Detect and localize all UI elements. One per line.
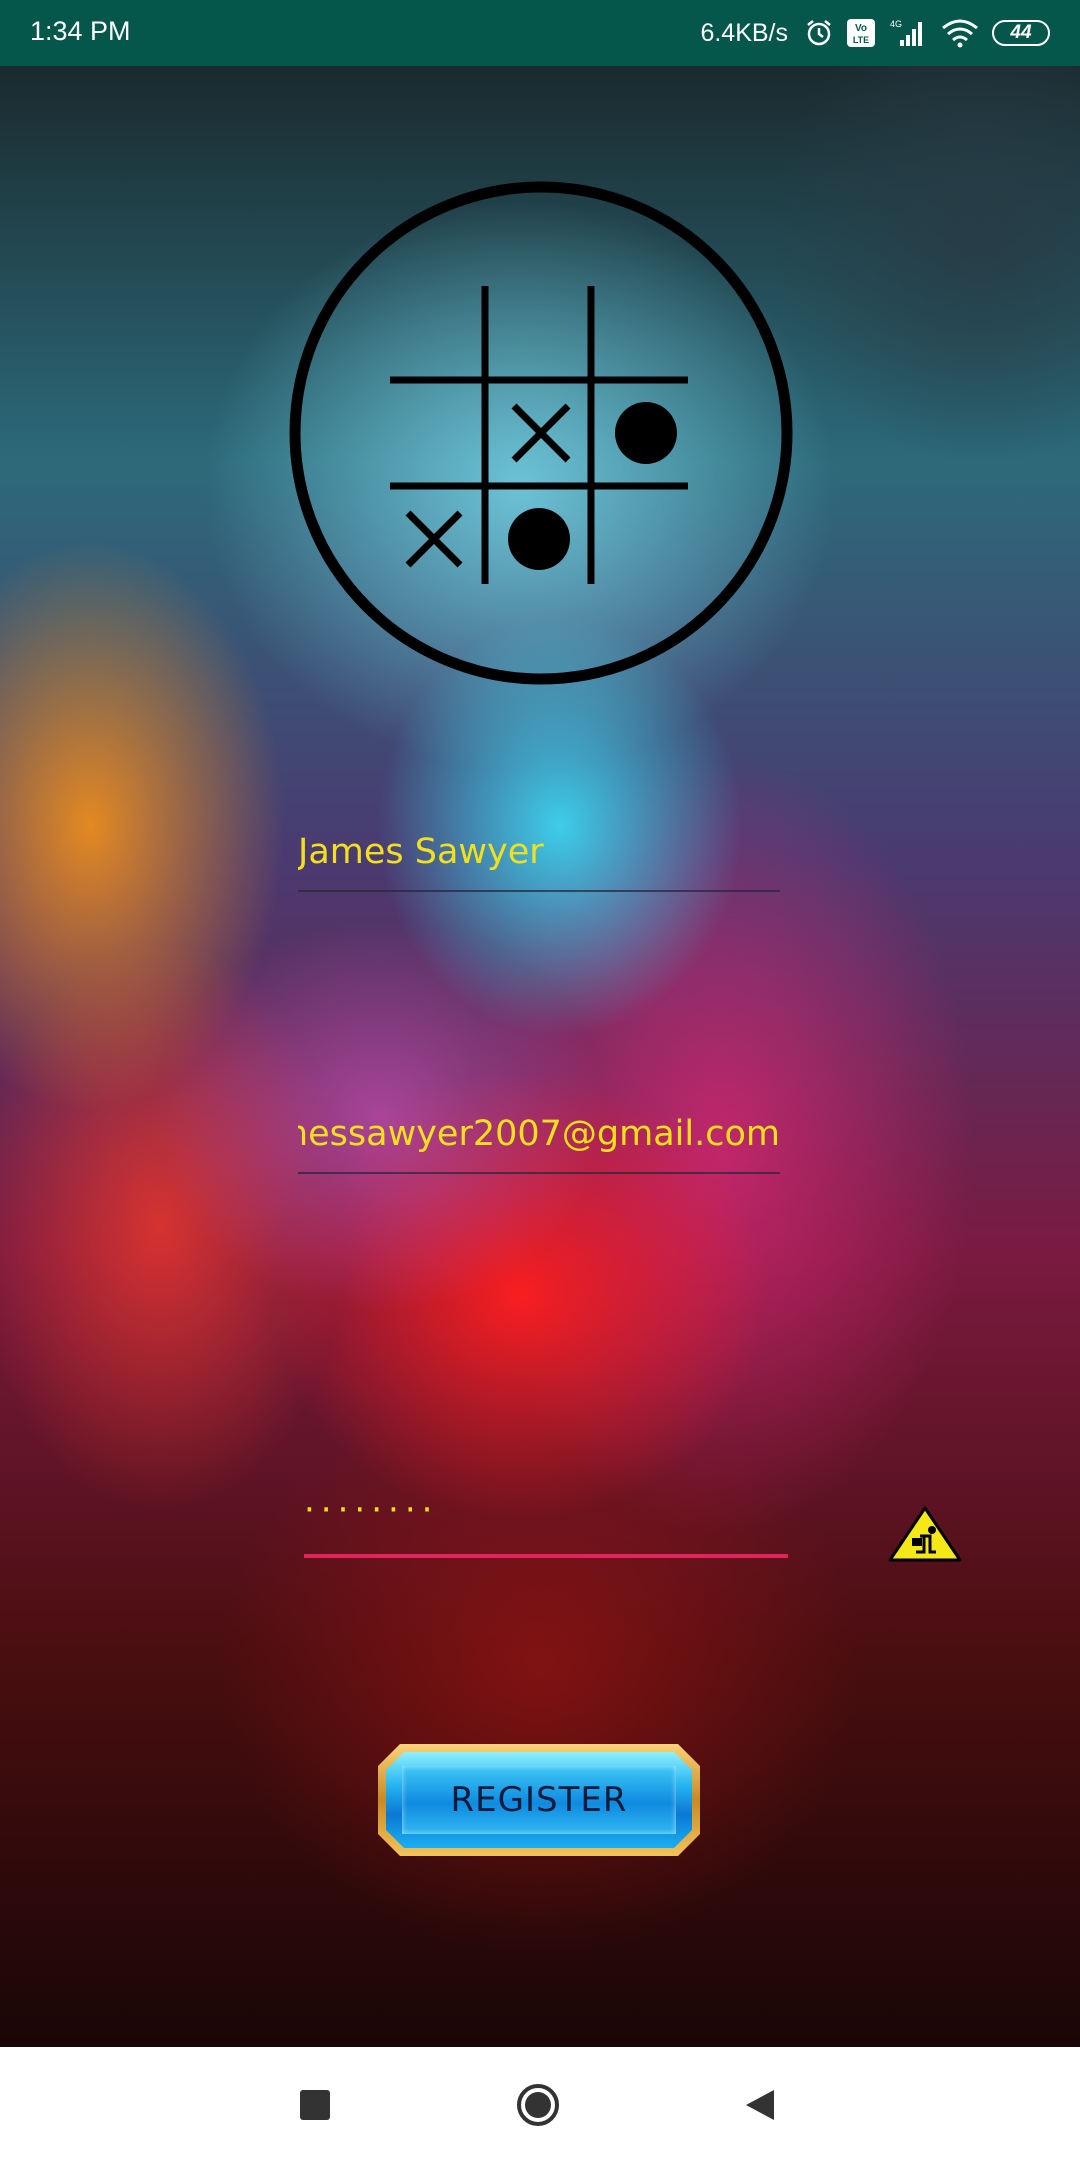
home-icon <box>517 2084 559 2126</box>
name-field[interactable] <box>298 822 780 892</box>
svg-text:4G: 4G <box>890 19 902 29</box>
register-button[interactable]: REGISTER <box>378 1744 700 1856</box>
back-icon <box>746 2090 774 2120</box>
battery-level: 44 <box>1010 22 1032 43</box>
recents-icon <box>300 2090 330 2120</box>
battery-icon: 44 <box>992 20 1050 46</box>
wifi-icon <box>942 19 978 48</box>
recents-button[interactable] <box>285 2075 345 2135</box>
register-button-label: REGISTER <box>450 1780 628 1820</box>
home-button[interactable] <box>508 2075 568 2135</box>
signal-4g-icon: 4G <box>890 19 922 46</box>
password-mask: ········ <box>304 1490 439 1530</box>
warning-icon[interactable] <box>888 1506 962 1562</box>
alarm-icon <box>807 20 831 46</box>
status-bar: 1:34 PM 6.4KB/s Vo LTE 4G 44 <box>0 0 1080 66</box>
back-button[interactable] <box>730 2075 790 2135</box>
svg-text:LTE: LTE <box>853 35 869 45</box>
network-speed: 6.4KB/s <box>700 18 788 47</box>
navigation-bar <box>0 2047 1080 2160</box>
status-icons: 6.4KB/s Vo LTE 4G 44 <box>700 14 1050 52</box>
status-time: 1:34 PM <box>30 16 131 46</box>
volte-icon: Vo LTE <box>847 19 875 47</box>
password-field[interactable]: ········ <box>304 1490 788 1558</box>
tic-tac-toe-logo <box>289 181 793 685</box>
email-field[interactable] <box>298 1104 780 1174</box>
svg-text:Vo: Vo <box>855 23 867 34</box>
